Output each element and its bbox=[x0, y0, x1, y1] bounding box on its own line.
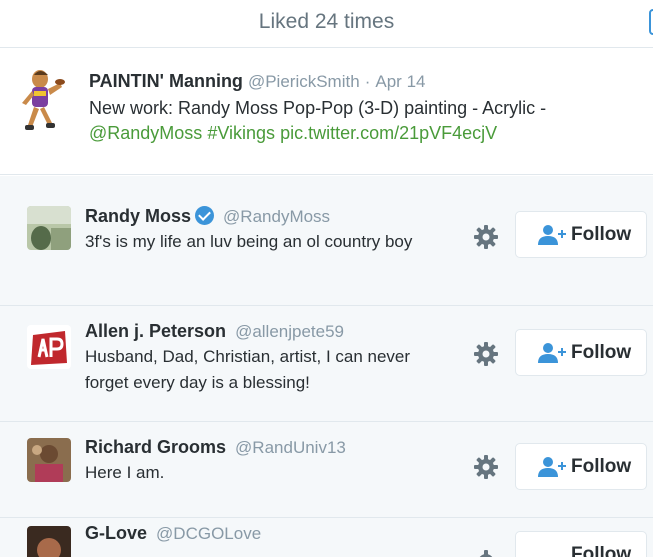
follow-label: Follow bbox=[571, 342, 632, 363]
follow-button[interactable]: Follow bbox=[515, 443, 647, 490]
tweet-author-handle[interactable]: @PierickSmith bbox=[248, 72, 360, 91]
follow-button[interactable]: Follow bbox=[515, 531, 647, 557]
user-handle[interactable]: @allenjpete59 bbox=[235, 322, 344, 341]
ap-logo-icon bbox=[27, 325, 71, 369]
gear-icon[interactable] bbox=[472, 223, 500, 251]
user-handle[interactable]: @RandyMoss bbox=[223, 207, 330, 226]
user-bio: Here I am. bbox=[85, 463, 165, 482]
user-bio: Husband, Dad, Christian, artist, I can n… bbox=[85, 347, 411, 392]
follow-button[interactable]: Follow bbox=[515, 329, 647, 376]
user-fullname[interactable]: Richard Grooms bbox=[85, 437, 226, 457]
list-item: Randy Moss @RandyMoss 3f's is my life an… bbox=[0, 176, 653, 306]
original-tweet[interactable]: PAINTIN' Manning @PierickSmith · Apr 14 … bbox=[0, 49, 653, 175]
avatar-icon bbox=[27, 206, 71, 250]
follow-label: Follow bbox=[571, 544, 632, 557]
avatar[interactable] bbox=[27, 526, 71, 557]
user-handle[interactable]: @RandUniv13 bbox=[235, 438, 346, 457]
tweet-pic-link[interactable]: pic.twitter.com/21pVF4ecjV bbox=[280, 123, 497, 143]
avatar[interactable] bbox=[27, 206, 71, 250]
follow-label: Follow bbox=[571, 224, 632, 245]
user-name-line: Richard Grooms @RandUniv13 bbox=[85, 437, 346, 458]
user-fullname[interactable]: G-Love bbox=[85, 523, 147, 543]
liked-by-list[interactable]: Randy Moss @RandyMoss 3f's is my life an… bbox=[0, 176, 653, 557]
tweet-hashtag-link[interactable]: #Vikings bbox=[207, 123, 275, 143]
tweet-body: New work: Randy Moss Pop-Pop (3-D) paint… bbox=[89, 98, 547, 118]
gear-icon[interactable] bbox=[472, 453, 500, 481]
follow-label: Follow bbox=[571, 456, 632, 477]
avatar-icon bbox=[27, 526, 71, 557]
add-user-icon bbox=[538, 457, 566, 477]
user-bio: 3f's is my life an luv being an ol count… bbox=[85, 232, 413, 251]
user-fullname[interactable]: Randy Moss bbox=[85, 206, 191, 226]
user-handle[interactable]: @DCGOLove bbox=[156, 524, 261, 543]
user-fullname[interactable]: Allen j. Peterson bbox=[85, 321, 226, 341]
add-user-icon bbox=[538, 343, 566, 363]
user-name-line: Allen j. Peterson @allenjpete59 bbox=[85, 321, 344, 342]
tweet-mention-link[interactable]: @RandyMoss bbox=[89, 123, 202, 143]
user-name-line: G-Love @DCGOLove bbox=[85, 523, 261, 544]
tweet-date[interactable]: Apr 14 bbox=[375, 72, 425, 91]
verified-badge-icon bbox=[195, 206, 215, 225]
avatar[interactable] bbox=[27, 325, 71, 369]
add-user-icon bbox=[538, 225, 566, 245]
cartoon-avatar-icon[interactable] bbox=[18, 69, 66, 137]
modal-header: Liked 24 times bbox=[0, 0, 653, 48]
close-button-edge[interactable] bbox=[649, 9, 653, 35]
tweet-author-name[interactable]: PAINTIN' Manning bbox=[89, 71, 243, 91]
list-item: G-Love @DCGOLove Follow bbox=[0, 518, 653, 557]
follow-button[interactable]: Follow bbox=[515, 211, 647, 258]
list-item: Allen j. Peterson @allenjpete59 Husband,… bbox=[0, 306, 653, 422]
avatar-icon bbox=[27, 438, 71, 482]
user-name-line: Randy Moss @RandyMoss bbox=[85, 206, 330, 227]
gear-icon[interactable] bbox=[472, 340, 500, 368]
list-item: Richard Grooms @RandUniv13 Here I am. Fo… bbox=[0, 422, 653, 518]
avatar[interactable] bbox=[27, 438, 71, 482]
tweet-separator: · bbox=[364, 72, 371, 91]
tweet-header: PAINTIN' Manning @PierickSmith · Apr 14 bbox=[89, 71, 425, 92]
tweet-text: New work: Randy Moss Pop-Pop (3-D) paint… bbox=[89, 96, 634, 146]
gear-icon[interactable] bbox=[472, 548, 500, 557]
modal-title: Liked 24 times bbox=[258, 10, 395, 33]
